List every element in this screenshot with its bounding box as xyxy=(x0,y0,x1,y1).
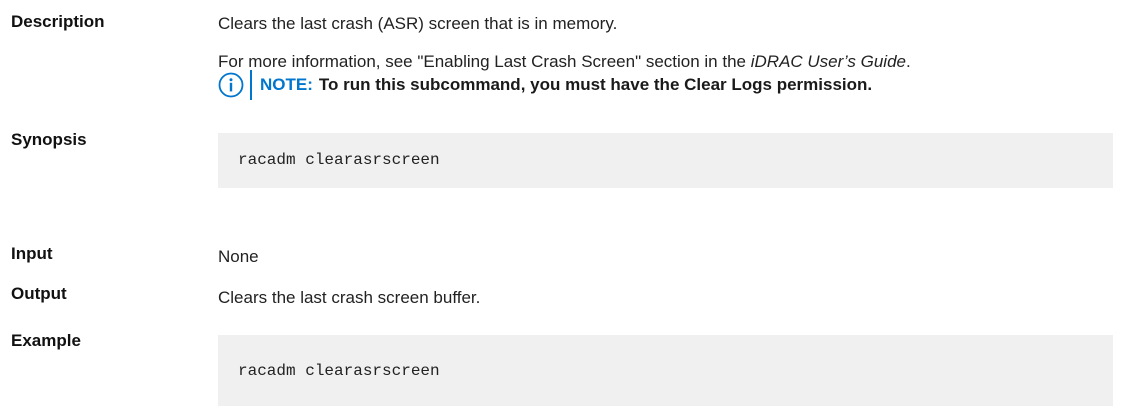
more-info-prefix: For more information, see "Enabling Last… xyxy=(218,52,751,71)
note-callout: NOTE: To run this subcommand, you must h… xyxy=(218,70,872,100)
description-label: Description xyxy=(11,12,105,31)
description-text: Clears the last crash (ASR) screen that … xyxy=(218,14,618,33)
example-code: racadm clearasrscreen xyxy=(238,362,440,380)
output-text: Clears the last crash screen buffer. xyxy=(218,288,481,307)
output-label: Output xyxy=(11,284,67,303)
example-label: Example xyxy=(11,331,81,350)
note-divider xyxy=(250,70,252,100)
example-code-block: racadm clearasrscreen xyxy=(218,335,1113,406)
input-text: None xyxy=(218,247,259,266)
note-label: NOTE: xyxy=(260,75,313,94)
guide-title: iDRAC User’s Guide xyxy=(750,52,906,71)
more-info-text: For more information, see "Enabling Last… xyxy=(218,52,911,72)
synopsis-label: Synopsis xyxy=(11,130,87,149)
synopsis-code: racadm clearasrscreen xyxy=(238,151,440,169)
note-text: To run this subcommand, you must have th… xyxy=(318,75,873,94)
info-circle-icon xyxy=(218,72,244,98)
input-label: Input xyxy=(11,244,53,263)
synopsis-code-block: racadm clearasrscreen xyxy=(218,133,1113,188)
more-info-suffix: . xyxy=(905,52,911,71)
